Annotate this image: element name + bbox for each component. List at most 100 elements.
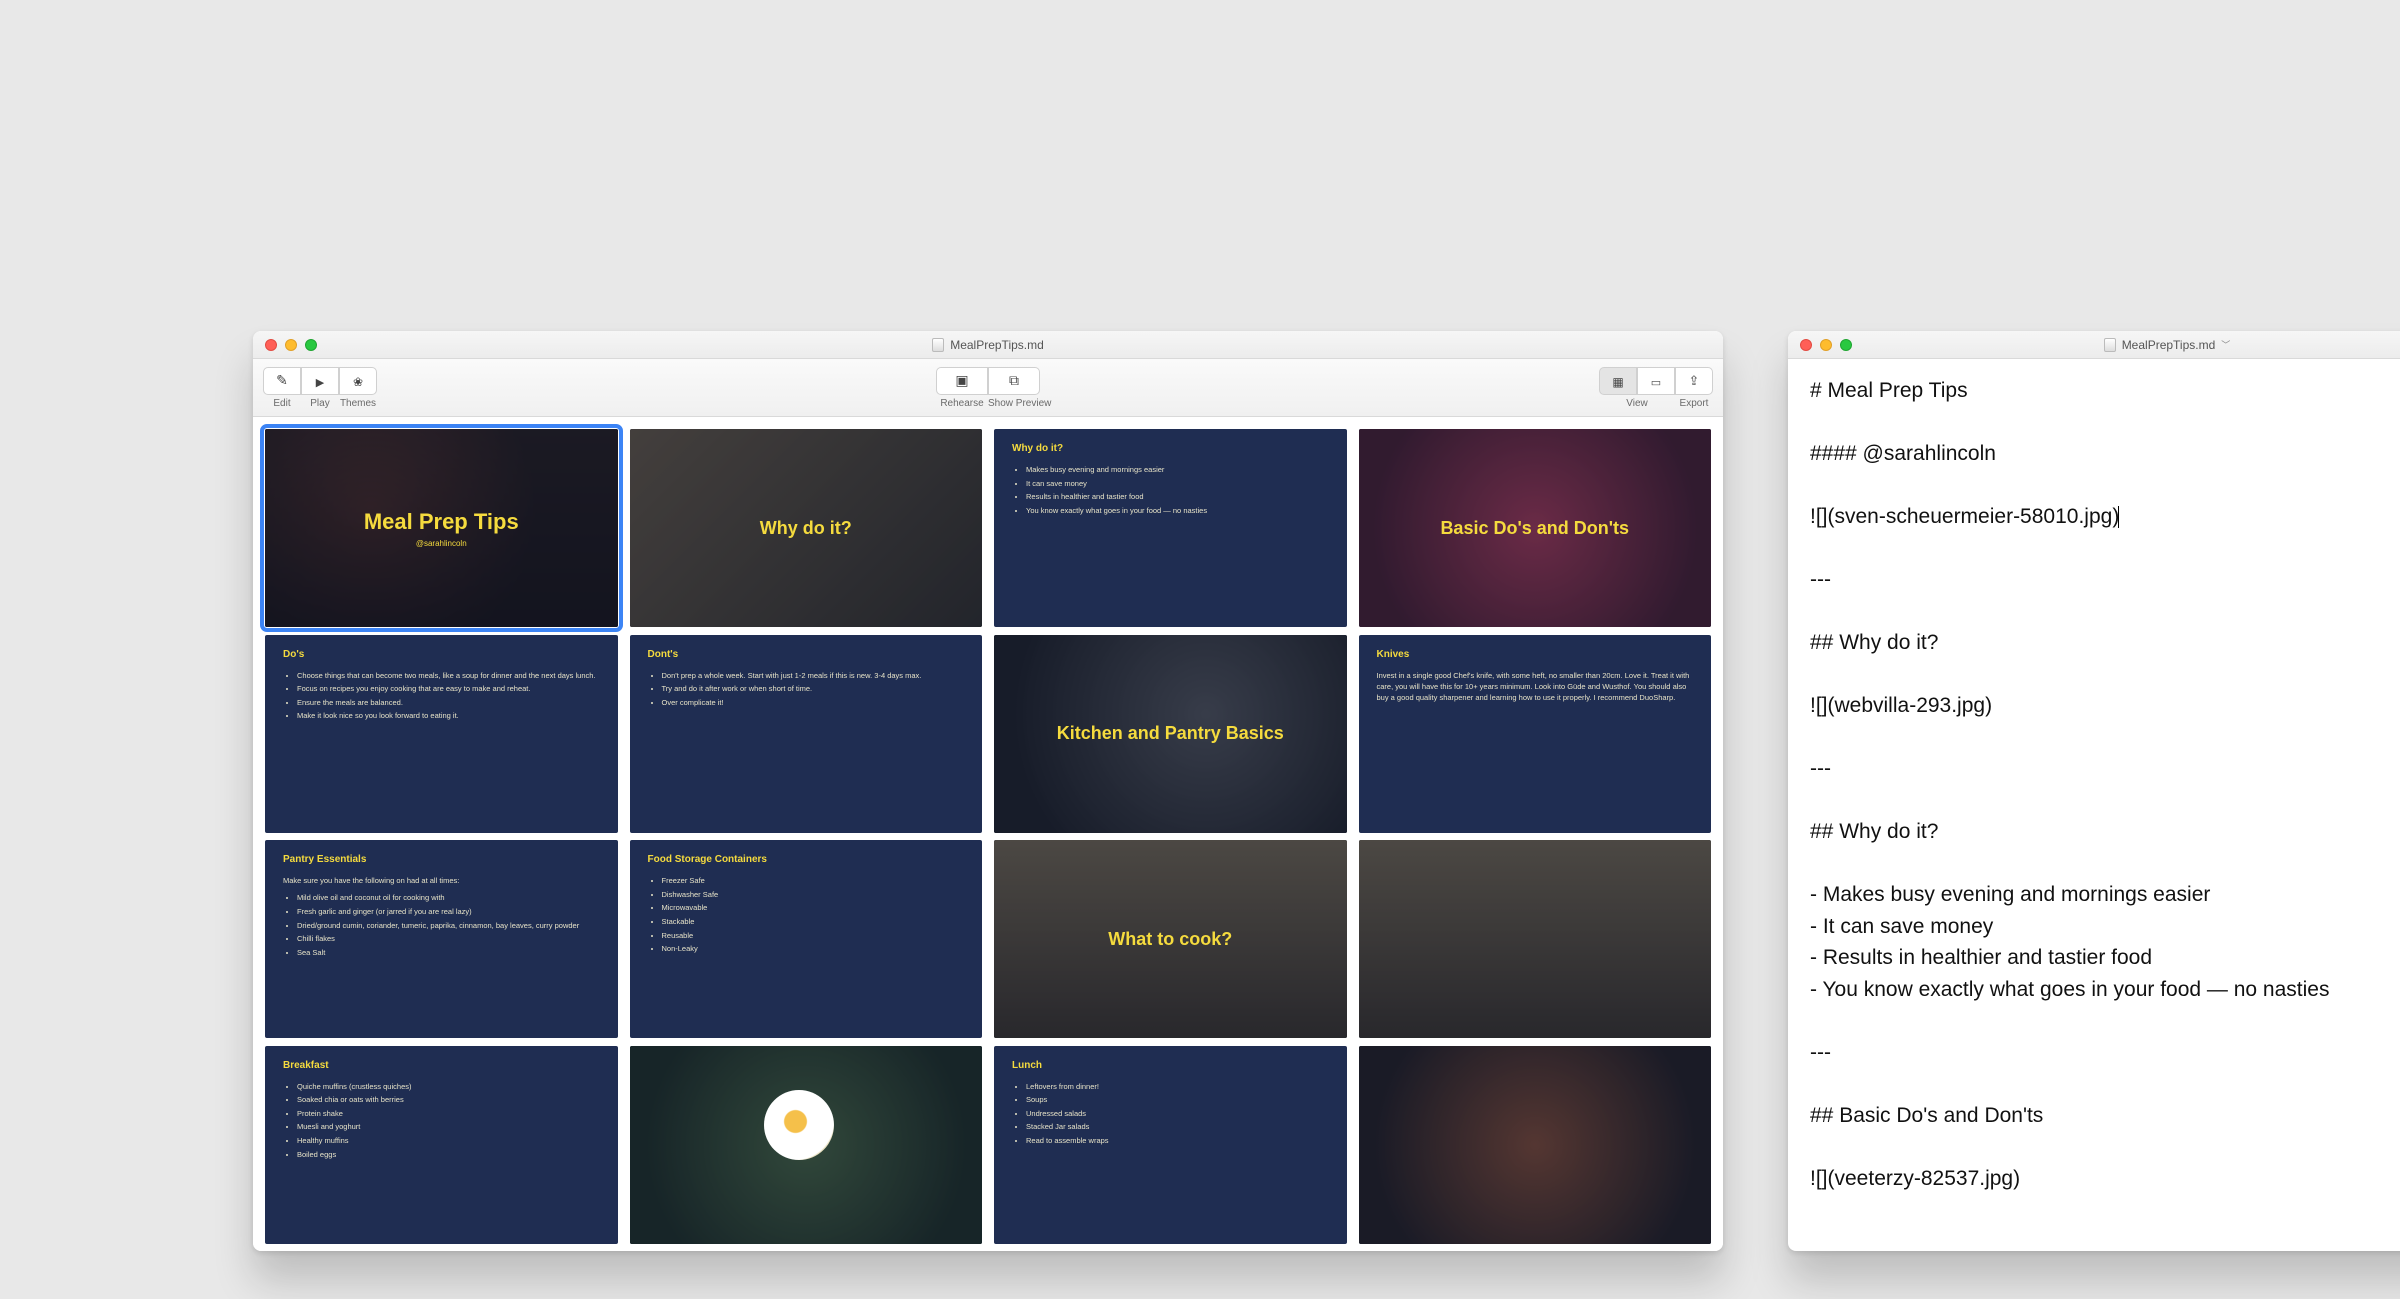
editor-line[interactable]: --- — [1810, 1037, 2400, 1069]
single-icon — [1651, 373, 1661, 389]
themes-button[interactable] — [339, 367, 377, 395]
editor-line[interactable]: - Results in healthier and tastier food — [1810, 942, 2400, 974]
slide-thumb[interactable]: Why do it? — [630, 429, 983, 627]
export-button[interactable] — [1675, 367, 1713, 395]
editor-line[interactable] — [1810, 848, 2400, 880]
list-item: Stackable — [662, 916, 965, 928]
list-item: Soaked chia or oats with berries — [297, 1094, 600, 1106]
editor-line[interactable] — [1810, 470, 2400, 502]
slide-grid[interactable]: Meal Prep Tips@sarahlincolnWhy do it?Why… — [253, 417, 1723, 1251]
list-item: Dishwasher Safe — [662, 889, 965, 901]
show-preview-button[interactable] — [988, 367, 1040, 395]
list-item: Non-Leaky — [662, 943, 965, 955]
slide-intro: Make sure you have the following on had … — [283, 875, 600, 886]
slide-subtitle: @sarahlincoln — [416, 539, 467, 548]
list-item: Protein shake — [297, 1108, 600, 1120]
slide-thumb[interactable] — [1359, 1046, 1712, 1244]
list-item: Try and do it after work or when short o… — [662, 683, 965, 695]
editor-line[interactable] — [1810, 1068, 2400, 1100]
slide-thumb[interactable]: Why do it?Makes busy evening and morning… — [994, 429, 1347, 627]
toolbar-right-group: View Export — [1599, 367, 1713, 409]
titlebar-left[interactable]: MealPrepTips.md — [253, 331, 1723, 359]
editor-line[interactable] — [1810, 596, 2400, 628]
slide-heading: Knives — [1377, 649, 1694, 660]
slide-title: Basic Do's and Don'ts — [1440, 518, 1629, 539]
slide-thumb[interactable]: Basic Do's and Don'ts — [1359, 429, 1712, 627]
editor-line[interactable]: - Makes busy evening and mornings easier — [1810, 879, 2400, 911]
slide-thumb[interactable]: Kitchen and Pantry Basics — [994, 635, 1347, 833]
slide-thumb[interactable]: Food Storage ContainersFreezer SafeDishw… — [630, 840, 983, 1038]
text-cursor — [2118, 506, 2119, 528]
editor-line[interactable] — [1810, 533, 2400, 565]
list-item: Soups — [1026, 1094, 1329, 1106]
slide-thumb[interactable]: Pantry EssentialsMake sure you have the … — [265, 840, 618, 1038]
editor-line[interactable]: --- — [1810, 753, 2400, 785]
zoom-icon[interactable] — [1840, 339, 1852, 351]
editor-line[interactable]: - You know exactly what goes in your foo… — [1810, 974, 2400, 1006]
slide-thumb[interactable]: Dont'sDon't prep a whole week. Start wit… — [630, 635, 983, 833]
edit-button[interactable] — [263, 367, 301, 395]
slide-list: Choose things that can become two meals,… — [283, 670, 600, 723]
rehearse-label: Rehearse — [936, 398, 988, 409]
slide-thumb[interactable]: Do's Choose things that can become two me… — [265, 635, 618, 833]
editor-line[interactable]: # Meal Prep Tips — [1810, 375, 2400, 407]
editor-line[interactable]: ![](sven-scheuermeier-58010.jpg) — [1810, 501, 2400, 533]
close-icon[interactable] — [1800, 339, 1812, 351]
view-grid-button[interactable] — [1599, 367, 1637, 395]
list-item: Over complicate it! — [662, 697, 965, 709]
list-item: Ensure the meals are balanced. — [297, 697, 600, 709]
list-item: Results in healthier and tastier food — [1026, 491, 1329, 503]
markdown-editor[interactable]: # Meal Prep Tips #### @sarahlincoln ![](… — [1788, 359, 2400, 1251]
rehearse-button[interactable] — [936, 367, 988, 395]
editor-line[interactable]: ## Basic Do's and Don'ts — [1810, 1100, 2400, 1132]
slide-heading: Food Storage Containers — [648, 854, 965, 865]
editor-line[interactable]: --- — [1810, 564, 2400, 596]
editor-line[interactable]: ## Why do it? — [1810, 816, 2400, 848]
editor-line[interactable]: ![](veeterzy-82537.jpg) — [1810, 1163, 2400, 1195]
rehearse-icon — [955, 372, 968, 389]
export-label: Export — [1675, 398, 1713, 409]
edit-label: Edit — [263, 398, 301, 409]
list-item: Read to assemble wraps — [1026, 1135, 1329, 1147]
zoom-icon[interactable] — [305, 339, 317, 351]
export-icon — [1689, 372, 1700, 389]
slide-thumb[interactable]: What to cook? — [994, 840, 1347, 1038]
titlebar-right[interactable]: MealPrepTips.md ﹀ — [1788, 331, 2400, 359]
slide-title: Meal Prep Tips — [354, 509, 529, 535]
play-button[interactable] — [301, 367, 339, 395]
view-single-button[interactable] — [1637, 367, 1675, 395]
slide-body: Invest in a single good Chef's knife, wi… — [1377, 670, 1694, 704]
slide-thumb[interactable]: Knives Invest in a single good Chef's kni… — [1359, 635, 1712, 833]
slide-heading: Do's — [283, 649, 600, 660]
chevron-down-icon[interactable]: ﹀ — [2221, 338, 2230, 351]
list-item: Make it look nice so you look forward to… — [297, 710, 600, 722]
editor-line[interactable] — [1810, 407, 2400, 439]
traffic-lights-right — [1800, 339, 1852, 351]
slide-title: What to cook? — [1108, 929, 1232, 950]
slide-thumb[interactable]: BreakfastQuiche muffins (crustless quich… — [265, 1046, 618, 1244]
editor-line[interactable]: ![](webvilla-293.jpg) — [1810, 690, 2400, 722]
slide-list: Mild olive oil and coconut oil for cooki… — [283, 892, 600, 958]
slide-thumb[interactable] — [1359, 840, 1712, 1038]
editor-line[interactable] — [1810, 659, 2400, 691]
editor-line[interactable] — [1810, 1131, 2400, 1163]
editor-line[interactable] — [1810, 785, 2400, 817]
list-item: Boiled eggs — [297, 1149, 600, 1161]
slide-thumb[interactable] — [630, 1046, 983, 1244]
slide-thumb[interactable]: Meal Prep Tips @sarahlincoln — [265, 429, 618, 627]
list-item: Sea Salt — [297, 947, 600, 959]
list-item: Leftovers from dinner! — [1026, 1081, 1329, 1093]
title-text-right: MealPrepTips.md — [2122, 338, 2216, 352]
minimize-icon[interactable] — [285, 339, 297, 351]
editor-line[interactable]: ## Why do it? — [1810, 627, 2400, 659]
minimize-icon[interactable] — [1820, 339, 1832, 351]
traffic-lights — [265, 339, 317, 351]
slide-thumb[interactable]: LunchLeftovers from dinner!SoupsUndresse… — [994, 1046, 1347, 1244]
editor-line[interactable]: - It can save money — [1810, 911, 2400, 943]
preview-icon — [1009, 372, 1019, 389]
editor-line[interactable]: #### @sarahlincoln — [1810, 438, 2400, 470]
close-icon[interactable] — [265, 339, 277, 351]
editor-line[interactable] — [1810, 722, 2400, 754]
slide-heading: Why do it? — [1012, 443, 1329, 454]
editor-line[interactable] — [1810, 1005, 2400, 1037]
